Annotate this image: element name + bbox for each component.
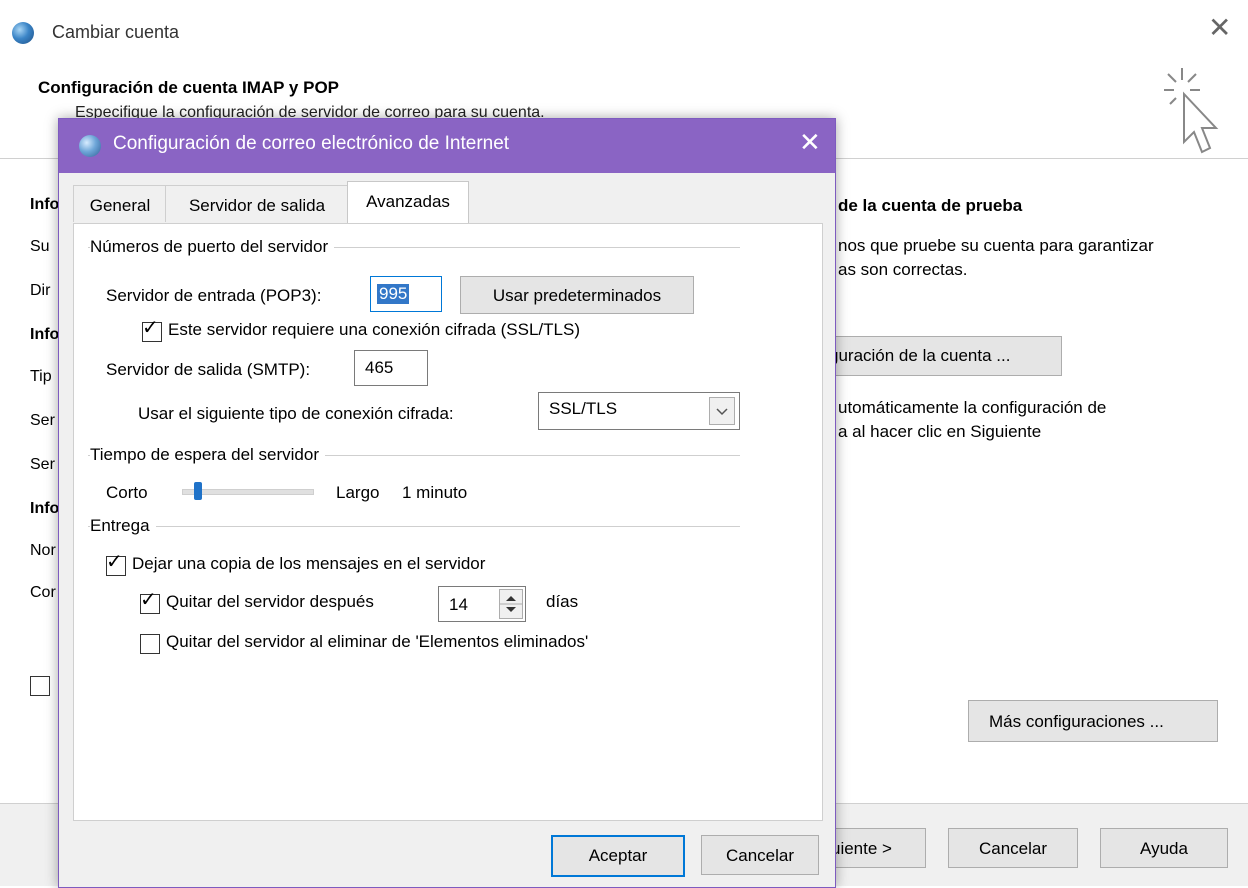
use-defaults-label: Usar predeterminados: [492, 286, 662, 305]
ssl-required-checkbox[interactable]: ✓: [142, 318, 162, 342]
more-settings-button[interactable]: Más configuraciones ...: [968, 700, 1218, 742]
chevron-down-icon: [716, 408, 728, 416]
ok-button-label: Aceptar: [588, 846, 648, 865]
remove-after-checkbox[interactable]: ✓: [140, 590, 160, 614]
internet-email-settings-dialog: Configuración de correo electrónico de I…: [58, 118, 836, 888]
leave-copy-label: Dejar una copia de los mensajes en el se…: [132, 554, 486, 573]
outgoing-server-label: Servidor de salida (SMTP):: [106, 360, 311, 379]
checkmark-icon: ✓: [140, 589, 157, 611]
label-fragment: Cor: [30, 584, 56, 601]
tab-label: Servidor de salida: [188, 196, 326, 215]
cancel-button-label: Cancelar: [725, 846, 795, 865]
leave-copy-checkbox[interactable]: ✓: [106, 552, 126, 576]
checkmark-icon: ✓: [142, 317, 159, 339]
remove-deleted-label: Quitar del servidor al eliminar de 'Elem…: [166, 632, 589, 651]
ok-button[interactable]: Aceptar: [551, 835, 685, 877]
cursor-sparkle-icon: [1164, 68, 1219, 154]
background-cancel-label: Cancelar: [978, 839, 1048, 858]
background-checkbox[interactable]: [30, 676, 50, 696]
close-icon[interactable]: ✕: [799, 129, 821, 155]
encryption-type-value: SSL/TLS: [549, 399, 618, 418]
section-label-fragment: Info: [30, 326, 60, 343]
timeout-long-label: Largo: [336, 483, 380, 502]
incoming-port-input[interactable]: 995: [370, 276, 442, 312]
test-account-text-line2: as son correctas.: [838, 260, 968, 279]
days-stepper[interactable]: 14: [438, 586, 526, 622]
globe-icon: [79, 135, 101, 157]
ssl-required-label: Este servidor requiere una conexión cifr…: [168, 320, 580, 339]
timeout-group-label: Tiempo de espera del servidor: [90, 445, 325, 465]
test-account-title: de la cuenta de prueba: [838, 196, 1023, 215]
label-fragment: Ser: [30, 456, 55, 473]
label-fragment: Nor: [30, 542, 56, 559]
label-fragment: Dir: [30, 282, 51, 299]
dropdown-button[interactable]: [709, 397, 735, 425]
tab-outgoing-server[interactable]: Servidor de salida: [165, 185, 349, 222]
help-button-label: Ayuda: [1140, 839, 1188, 858]
background-header-title: Configuración de cuenta IMAP y POP: [38, 78, 340, 97]
spin-arrows-icon: [500, 596, 522, 612]
outgoing-port-input[interactable]: 465: [354, 350, 428, 386]
globe-icon: [12, 22, 34, 44]
background-cancel-button[interactable]: Cancelar: [948, 828, 1078, 868]
days-spin-buttons[interactable]: [499, 589, 523, 619]
tab-label: General: [89, 196, 151, 215]
outgoing-port-value: 465: [365, 358, 394, 377]
label-fragment: Tip: [30, 368, 52, 385]
section-label-fragment: Info: [30, 500, 60, 517]
remove-after-label: Quitar del servidor después: [166, 592, 374, 611]
dialog-title: Configuración de correo electrónico de I…: [113, 133, 510, 154]
days-value: 14: [449, 595, 468, 614]
help-button[interactable]: Ayuda: [1100, 828, 1228, 868]
tab-advanced[interactable]: Avanzadas: [347, 181, 469, 223]
incoming-port-value: 995: [377, 284, 410, 304]
checkmark-icon: ✓: [106, 551, 123, 573]
test-account-button-label: guración de la cuenta ...: [829, 346, 1011, 365]
delivery-group-label: Entrega: [90, 516, 156, 536]
remove-deleted-checkbox[interactable]: [140, 634, 160, 654]
test-account-button[interactable]: guración de la cuenta ...: [810, 336, 1062, 376]
more-settings-label: Más configuraciones ...: [989, 712, 1164, 731]
timeout-value: 1 minuto: [402, 483, 468, 502]
days-unit-label: días: [546, 592, 579, 611]
auto-test-text-line1: utomáticamente la configuración de: [838, 398, 1107, 417]
background-window-title: Cambiar cuenta: [52, 22, 180, 42]
encryption-type-label: Usar el siguiente tipo de conexión cifra…: [138, 404, 454, 423]
label-fragment: Su: [30, 238, 50, 255]
tab-label: Avanzadas: [366, 192, 450, 211]
timeout-short-label: Corto: [106, 483, 148, 502]
tab-general[interactable]: General: [73, 185, 167, 222]
encryption-type-select[interactable]: SSL/TLS: [538, 392, 740, 430]
auto-test-text-line2: a al hacer clic en Siguiente: [838, 422, 1042, 441]
use-defaults-button[interactable]: Usar predeterminados: [460, 276, 694, 314]
label-fragment: Ser: [30, 412, 55, 429]
advanced-tab-panel: Números de puerto del servidor Servidor …: [73, 223, 823, 821]
section-label-fragment: Info: [30, 196, 60, 213]
background-title-bar: [0, 0, 1248, 62]
next-button-label: uiente >: [831, 839, 892, 858]
group-divider: [88, 526, 740, 527]
test-account-text-line1: nos que pruebe su cuenta para garantizar: [838, 236, 1154, 255]
timeout-slider-thumb[interactable]: [194, 482, 203, 500]
incoming-server-label: Servidor de entrada (POP3):: [106, 286, 322, 305]
close-icon[interactable]: ✕: [1208, 14, 1231, 42]
cancel-button[interactable]: Cancelar: [701, 835, 819, 875]
ports-group-label: Números de puerto del servidor: [90, 237, 335, 257]
dialog-title-bar[interactable]: Configuración de correo electrónico de I…: [59, 119, 835, 173]
